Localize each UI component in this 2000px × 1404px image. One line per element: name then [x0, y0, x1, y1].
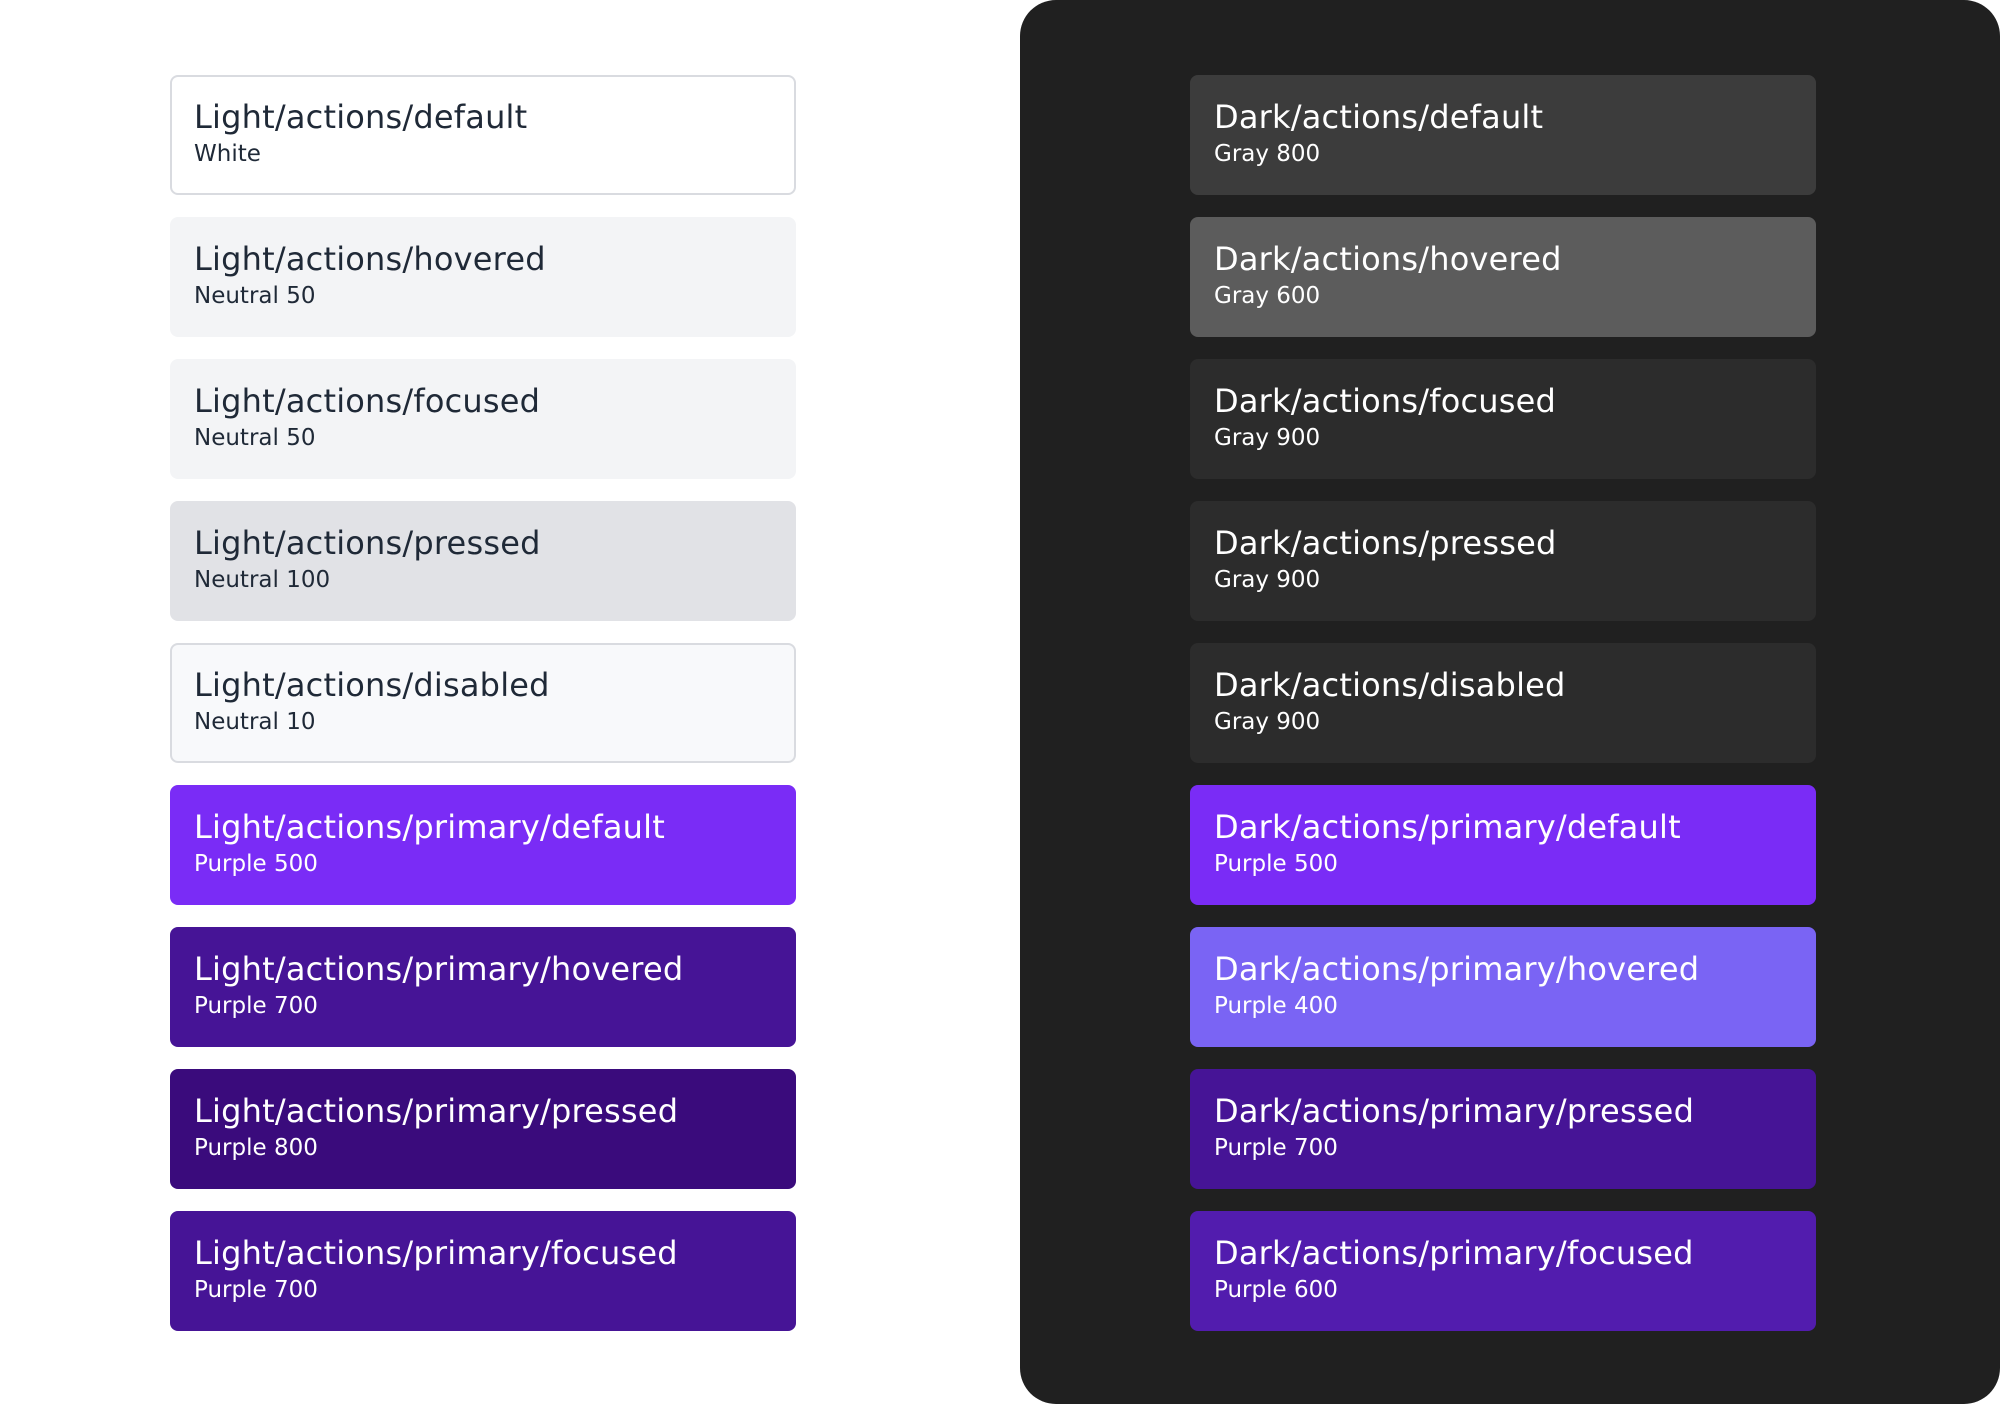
swatch-color-name: Purple 500	[194, 851, 318, 877]
swatch-color-name: Purple 800	[194, 1135, 318, 1161]
swatch-color-name: Purple 400	[1214, 993, 1338, 1019]
swatch-title: Light/actions/focused	[194, 382, 541, 420]
swatch-title: Light/actions/hovered	[194, 240, 546, 278]
swatch-color-name: Purple 700	[1214, 1135, 1338, 1161]
swatch-color-name: Neutral 50	[194, 425, 316, 451]
swatch-dark-actions-primary-pressed: Dark/actions/primary/pressed Purple 700	[1190, 1069, 1816, 1189]
swatch-color-name: Neutral 100	[194, 567, 331, 593]
swatch-title: Dark/actions/hovered	[1214, 240, 1562, 278]
swatch-light-actions-primary-focused: Light/actions/primary/focused Purple 700	[170, 1211, 796, 1331]
swatch-dark-actions-focused: Dark/actions/focused Gray 900	[1190, 359, 1816, 479]
swatch-title: Dark/actions/primary/focused	[1214, 1234, 1694, 1272]
dark-swatch-list: Dark/actions/default Gray 800 Dark/actio…	[1190, 75, 1816, 1331]
swatch-title: Light/actions/default	[194, 98, 528, 136]
swatch-color-name: Purple 700	[194, 993, 318, 1019]
swatch-color-name: Purple 700	[194, 1277, 318, 1303]
swatch-light-actions-primary-hovered: Light/actions/primary/hovered Purple 700	[170, 927, 796, 1047]
swatch-dark-actions-primary-hovered: Dark/actions/primary/hovered Purple 400	[1190, 927, 1816, 1047]
swatch-title: Light/actions/primary/default	[194, 808, 666, 846]
swatch-color-name: Gray 900	[1214, 709, 1321, 735]
swatch-title: Dark/actions/pressed	[1214, 524, 1557, 562]
swatch-color-name: Neutral 50	[194, 283, 316, 309]
swatch-color-name: Gray 600	[1214, 283, 1321, 309]
swatch-color-name: Gray 800	[1214, 141, 1321, 167]
swatch-dark-actions-disabled: Dark/actions/disabled Gray 900	[1190, 643, 1816, 763]
swatch-title: Light/actions/pressed	[194, 524, 541, 562]
swatch-title: Light/actions/primary/pressed	[194, 1092, 679, 1130]
swatch-title: Dark/actions/primary/hovered	[1214, 950, 1700, 988]
swatch-light-actions-default: Light/actions/default White	[170, 75, 796, 195]
swatch-dark-actions-default: Dark/actions/default Gray 800	[1190, 75, 1816, 195]
swatch-title: Dark/actions/disabled	[1214, 666, 1566, 704]
swatch-title: Dark/actions/focused	[1214, 382, 1557, 420]
swatch-dark-actions-hovered: Dark/actions/hovered Gray 600	[1190, 217, 1816, 337]
light-swatch-list: Light/actions/default White Light/action…	[170, 75, 796, 1331]
swatch-title: Light/actions/primary/focused	[194, 1234, 678, 1272]
swatch-title: Light/actions/disabled	[194, 666, 550, 704]
swatch-title: Dark/actions/default	[1214, 98, 1544, 136]
swatch-light-actions-pressed: Light/actions/pressed Neutral 100	[170, 501, 796, 621]
swatch-dark-actions-pressed: Dark/actions/pressed Gray 900	[1190, 501, 1816, 621]
swatch-dark-actions-primary-default: Dark/actions/primary/default Purple 500	[1190, 785, 1816, 905]
swatch-color-name: Gray 900	[1214, 567, 1321, 593]
swatch-title: Dark/actions/primary/default	[1214, 808, 1681, 846]
swatch-light-actions-hovered: Light/actions/hovered Neutral 50	[170, 217, 796, 337]
swatch-light-actions-disabled: Light/actions/disabled Neutral 10	[170, 643, 796, 763]
swatch-color-name: Neutral 10	[194, 709, 316, 735]
swatch-dark-actions-primary-focused: Dark/actions/primary/focused Purple 600	[1190, 1211, 1816, 1331]
dark-theme-panel: Dark/actions/default Gray 800 Dark/actio…	[1020, 0, 2000, 1404]
swatch-color-name: Purple 600	[1214, 1277, 1338, 1303]
swatch-color-name: Gray 900	[1214, 425, 1321, 451]
swatch-title: Light/actions/primary/hovered	[194, 950, 684, 988]
swatch-color-name: Purple 500	[1214, 851, 1338, 877]
swatch-light-actions-primary-default: Light/actions/primary/default Purple 500	[170, 785, 796, 905]
swatch-light-actions-primary-pressed: Light/actions/primary/pressed Purple 800	[170, 1069, 796, 1189]
light-theme-panel: Light/actions/default White Light/action…	[0, 0, 1020, 1404]
swatch-color-name: White	[194, 141, 261, 167]
swatch-light-actions-focused: Light/actions/focused Neutral 50	[170, 359, 796, 479]
swatch-title: Dark/actions/primary/pressed	[1214, 1092, 1695, 1130]
